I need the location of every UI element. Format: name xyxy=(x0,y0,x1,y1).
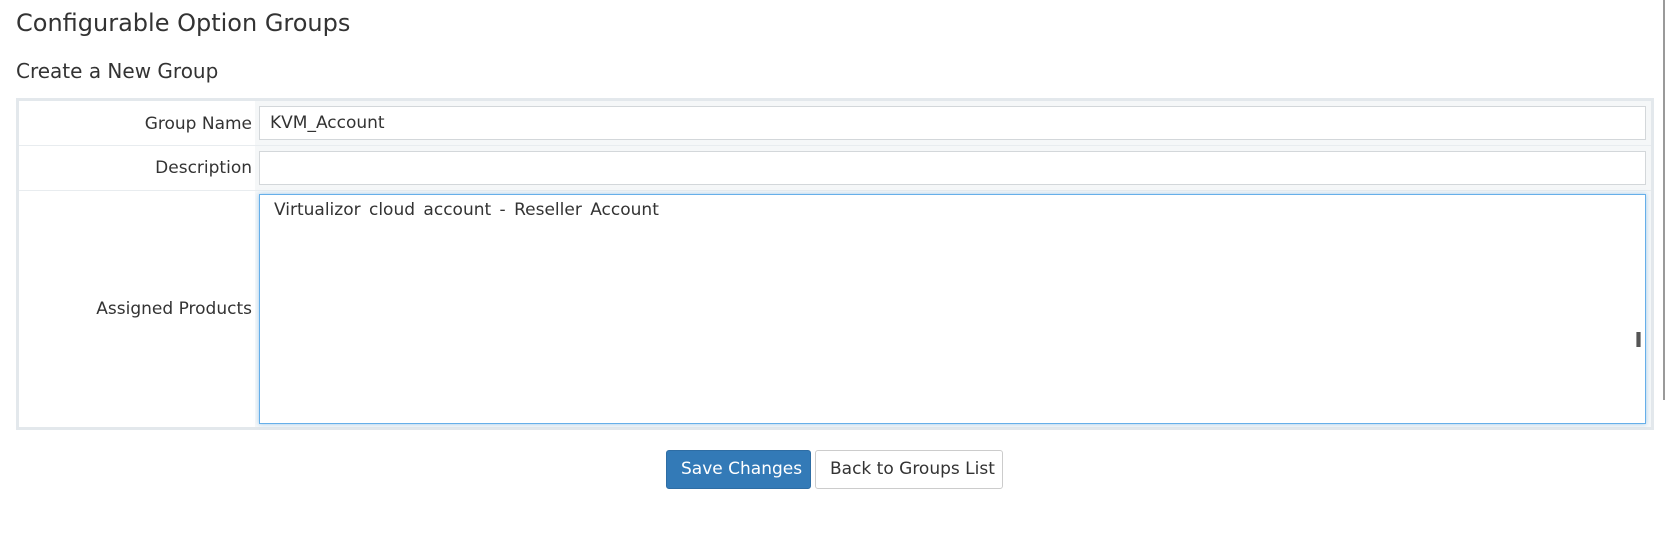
page-title: Configurable Option Groups xyxy=(16,9,351,37)
group-form: Group Name Description Assigned Products… xyxy=(16,98,1654,430)
page-scrollbar[interactable] xyxy=(1663,0,1665,400)
group-name-row: Group Name xyxy=(19,101,1651,145)
group-name-input[interactable] xyxy=(259,106,1646,140)
description-input[interactable] xyxy=(259,151,1646,185)
group-name-cell xyxy=(255,101,1651,145)
select-scrollbar-thumb[interactable] xyxy=(1636,332,1641,347)
back-to-groups-button[interactable]: Back to Groups List xyxy=(815,450,1003,489)
assigned-products-label: Assigned Products xyxy=(96,299,252,319)
assigned-products-row: Assigned Products Virtualizor cloud acco… xyxy=(19,191,1651,427)
group-name-label: Group Name xyxy=(144,114,252,134)
save-changes-button[interactable]: Save Changes xyxy=(666,450,811,489)
product-option[interactable]: Virtualizor cloud account - Reseller Acc… xyxy=(274,200,659,220)
description-cell xyxy=(255,146,1651,190)
assigned-products-select[interactable]: Virtualizor cloud account - Reseller Acc… xyxy=(259,194,1646,424)
description-row: Description xyxy=(19,146,1651,190)
section-title: Create a New Group xyxy=(16,59,219,83)
page: Configurable Option Groups Create a New … xyxy=(0,0,1673,556)
assigned-products-cell: Virtualizor cloud account - Reseller Acc… xyxy=(255,191,1651,427)
description-label: Description xyxy=(155,158,252,178)
